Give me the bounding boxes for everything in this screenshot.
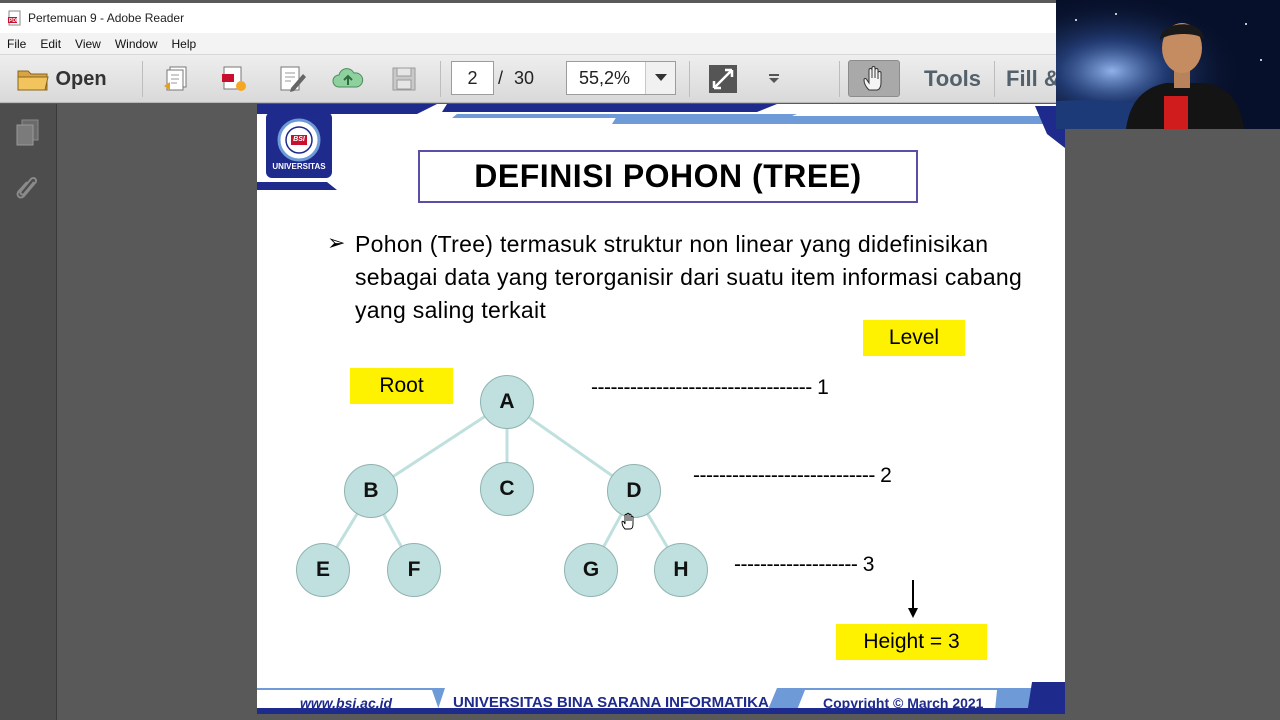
pdf-page: BINA SARANA INFORMATIKA BSI UNIVERSITAS … <box>257 104 1065 714</box>
create-pdf-button[interactable] <box>160 55 194 103</box>
tree-node-a: A <box>480 375 534 429</box>
edit-pdf-button[interactable] <box>275 55 309 103</box>
menu-window[interactable]: Window <box>108 33 165 55</box>
toolbar-divider <box>440 61 441 97</box>
navigation-pane <box>0 104 57 720</box>
pdf-file-icon: PDF <box>8 10 22 26</box>
attachment-icon[interactable] <box>14 174 42 204</box>
page-total: / 30 <box>498 68 535 88</box>
save-icon <box>392 67 416 91</box>
fit-page-button[interactable] <box>706 55 740 103</box>
tree-node-b: B <box>344 464 398 518</box>
slide-title-box: DEFINISI POHON (TREE) <box>418 150 918 203</box>
svg-text:PDF: PDF <box>9 18 19 24</box>
toolbar-divider <box>142 61 143 97</box>
save-button[interactable] <box>387 55 421 103</box>
tree-node-f: F <box>387 543 441 597</box>
menu-file[interactable]: File <box>0 33 33 55</box>
hand-cursor-icon <box>621 512 634 530</box>
tree-node-e: E <box>296 543 350 597</box>
zoom-value: 55,2% <box>579 68 631 88</box>
open-label: Open <box>55 67 107 90</box>
height-label: Height = 3 <box>836 624 987 660</box>
adobe-reader-window: PDF Pertemuan 9 - Adobe Reader File Edit… <box>0 0 1280 720</box>
fit-page-icon <box>709 65 737 93</box>
more-tools-button[interactable] <box>763 55 785 103</box>
zoom-dropdown-button[interactable] <box>645 62 675 94</box>
page-number-input[interactable]: 2 <box>451 61 494 95</box>
cloud-upload-icon <box>332 68 364 88</box>
level-2-marker: ---------------------------- 2 <box>693 464 892 487</box>
tree-node-c: C <box>480 462 534 516</box>
upload-button[interactable] <box>331 55 365 103</box>
footer-website: www.bsi.ac.id <box>300 695 393 711</box>
toolbar-divider <box>994 61 995 97</box>
open-button[interactable]: Open <box>12 55 112 103</box>
export-pdf-icon <box>222 66 246 91</box>
window-title: Pertemuan 9 - Adobe Reader <box>28 11 185 25</box>
zoom-select[interactable]: 55,2% <box>566 61 676 95</box>
folder-icon <box>17 70 50 91</box>
fill-sign-button[interactable]: Fill & <box>1006 55 1060 103</box>
menu-edit[interactable]: Edit <box>33 33 68 55</box>
footer-copyright: Copyright © March 2021 <box>823 695 984 711</box>
tree-node-g: G <box>564 543 618 597</box>
pages-panel-icon[interactable] <box>14 118 42 148</box>
tree-definition-text: Pohon (Tree) termasuk struktur non linea… <box>355 231 1023 323</box>
hand-tool-icon <box>863 65 882 90</box>
create-pdf-icon <box>164 66 187 91</box>
chevron-down-icon <box>654 74 667 81</box>
footer-university: UNIVERSITAS BINA SARANA INFORMATIKA <box>453 694 769 711</box>
logo-ring-text: BINA SARANA INFORMATIKA <box>270 111 328 116</box>
logo-monogram: BSI <box>293 136 305 143</box>
toolbar-divider <box>839 61 840 97</box>
bullet-arrow-icon: ➢ <box>327 230 346 255</box>
university-logo: BINA SARANA INFORMATIKA BSI UNIVERSITAS <box>266 111 332 178</box>
tree-node-d: D <box>607 464 661 518</box>
slide-title: DEFINISI POHON (TREE) <box>474 158 862 194</box>
menu-view[interactable]: View <box>68 33 108 55</box>
level-3-marker: ------------------- 3 <box>734 553 874 576</box>
level-label: Level <box>863 320 965 356</box>
tools-button[interactable]: Tools <box>924 55 981 103</box>
root-label: Root <box>350 368 453 404</box>
logo-text: UNIVERSITAS <box>272 162 326 171</box>
dropdown-arrow-icon <box>769 74 779 83</box>
edit-pdf-icon <box>280 66 306 92</box>
tree-node-h: H <box>654 543 708 597</box>
webcam-video <box>1056 0 1280 129</box>
export-pdf-button[interactable] <box>217 55 251 103</box>
menu-help[interactable]: Help <box>165 33 204 55</box>
hand-tool-button[interactable] <box>848 60 900 97</box>
toolbar-divider <box>689 61 690 97</box>
level-1-marker: ---------------------------------- 1 <box>591 376 829 399</box>
